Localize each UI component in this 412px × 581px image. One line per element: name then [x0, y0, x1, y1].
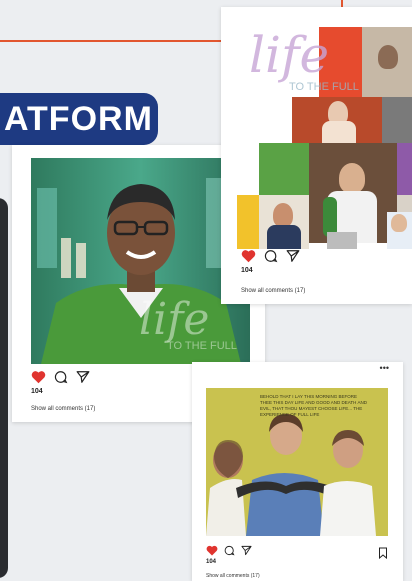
quote-text: BEHOLD THAT I LAY THIS MORNING BEFORE TH… — [260, 394, 367, 417]
platform-banner: ATFORM — [0, 93, 158, 145]
like-count: 104 — [31, 388, 43, 395]
collage-tile — [259, 195, 309, 249]
collage-tile — [397, 143, 412, 195]
collage-tile — [362, 27, 412, 97]
collage-tile — [387, 212, 412, 249]
collage-tile — [327, 232, 357, 249]
post-actions — [241, 249, 300, 263]
life-logo: life TO THE FULL — [249, 29, 359, 93]
post-actions — [206, 545, 252, 556]
collage-tile — [237, 195, 259, 249]
post-photo[interactable]: BEHOLD THAT I LAY THIS MORNING BEFORE TH… — [206, 388, 388, 536]
show-comments-link[interactable]: Show all comments (17) — [241, 288, 305, 294]
banner-text: ATFORM — [4, 99, 153, 138]
more-options-icon[interactable]: ••• — [380, 363, 389, 373]
comment-icon[interactable] — [224, 545, 235, 556]
instagram-post-collage: life TO THE FULL 104 Show all comments (… — [221, 7, 412, 304]
share-icon[interactable] — [286, 249, 300, 263]
collage-tile — [259, 143, 309, 195]
like-count: 104 — [241, 267, 253, 274]
logo-sub: TO THE FULL — [167, 340, 237, 352]
heart-icon[interactable] — [31, 370, 46, 384]
post-photo[interactable]: life TO THE FULL — [31, 158, 250, 364]
life-logo: life TO THE FULL — [139, 294, 237, 353]
logo-word: life — [139, 294, 210, 345]
collage-tile — [309, 143, 397, 243]
instagram-post-group: ••• BEHOLD THAT I LAY THIS MORNING BEFOR… — [192, 362, 403, 581]
post-actions — [31, 370, 90, 384]
logo-word: life — [249, 27, 330, 84]
heart-icon[interactable] — [206, 545, 218, 556]
comment-icon[interactable] — [264, 249, 278, 263]
collage-tile — [292, 97, 382, 143]
show-comments-link[interactable]: Show all comments (17) — [206, 573, 260, 579]
heart-icon[interactable] — [241, 249, 256, 263]
comment-icon[interactable] — [54, 370, 68, 384]
phone-frame — [0, 198, 8, 578]
show-comments-link[interactable]: Show all comments (17) — [31, 406, 95, 412]
logo-sub: TO THE FULL — [289, 81, 359, 93]
top-divider — [0, 40, 232, 42]
bookmark-icon[interactable] — [378, 547, 388, 559]
share-icon[interactable] — [241, 545, 252, 556]
like-count: 104 — [206, 559, 217, 565]
collage-tile — [382, 97, 412, 143]
share-icon[interactable] — [76, 370, 90, 384]
post-photo[interactable]: life TO THE FULL — [237, 27, 412, 249]
